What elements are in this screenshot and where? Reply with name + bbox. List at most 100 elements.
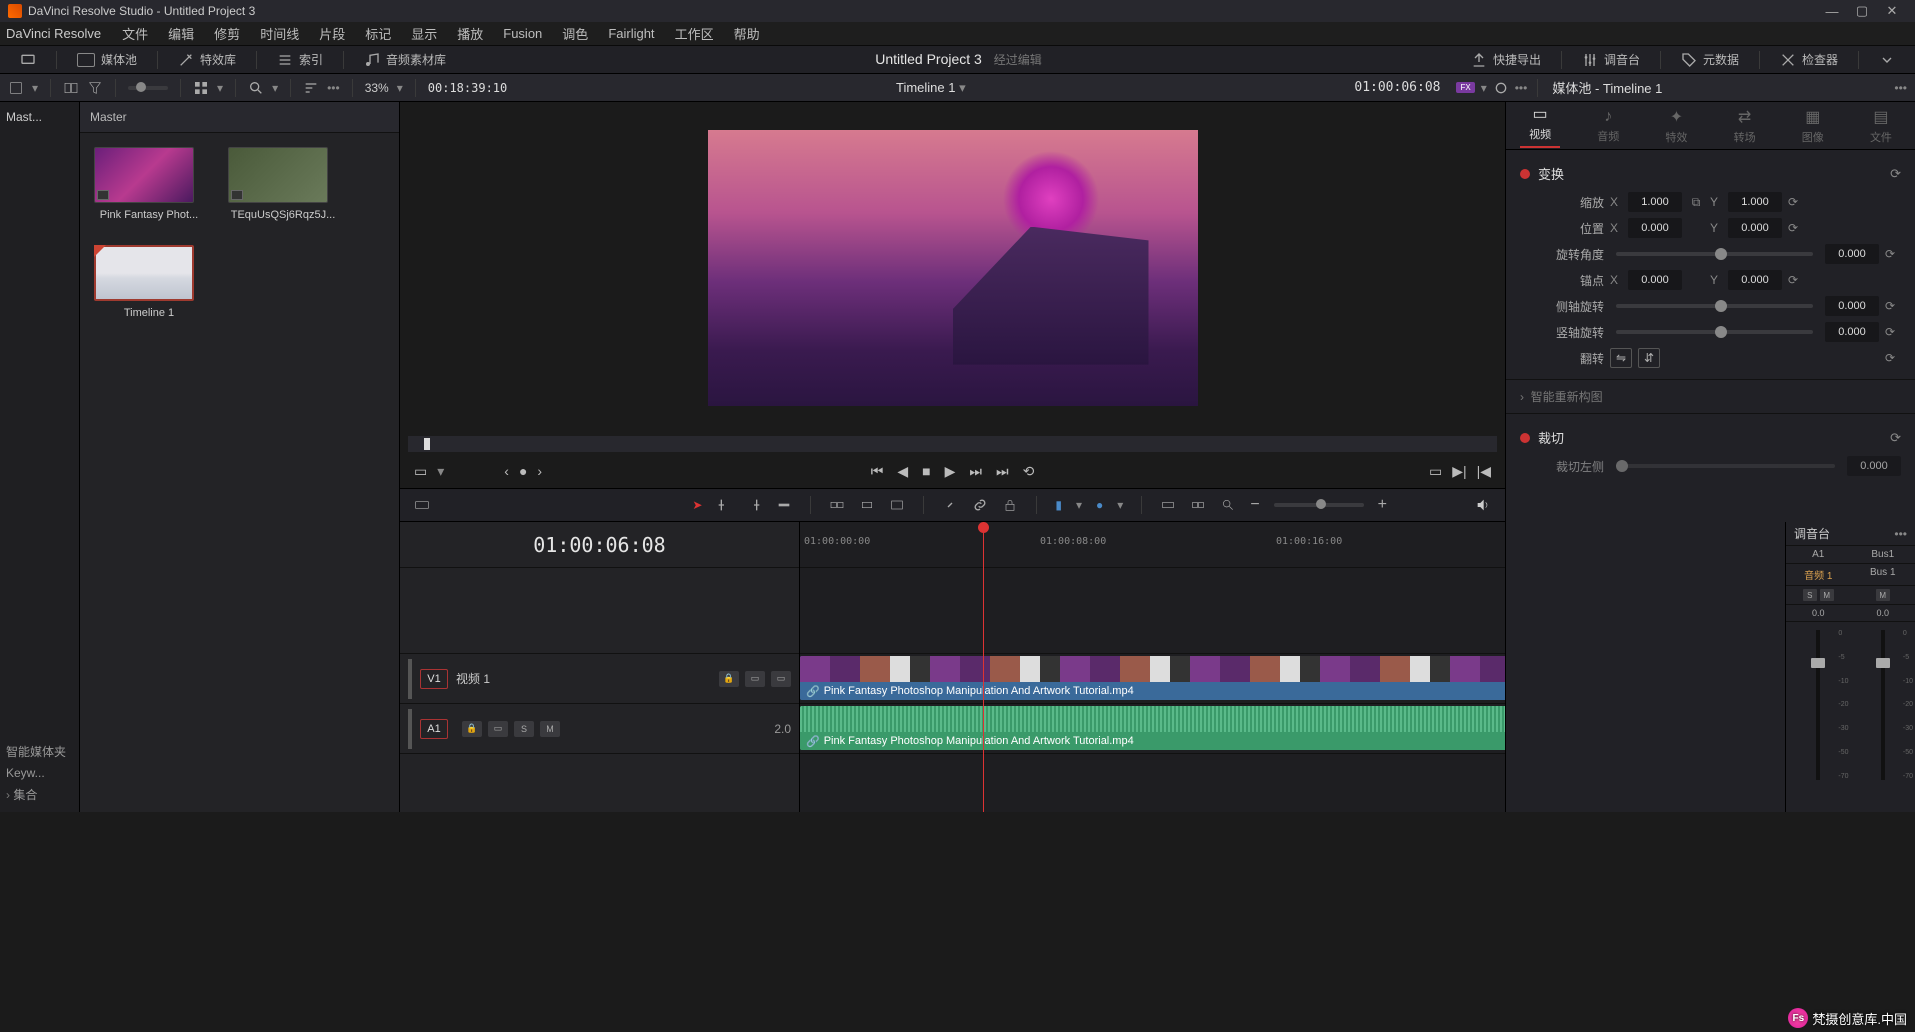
reset-icon[interactable]: ⟳ xyxy=(1885,351,1901,365)
razor-tool[interactable] xyxy=(776,497,792,513)
trim-in-tool[interactable] xyxy=(716,497,732,513)
effects-toggle[interactable]: 特效库 xyxy=(168,48,246,71)
track-mute-button[interactable]: M xyxy=(540,721,560,737)
menu-file[interactable]: 文件 xyxy=(113,22,157,45)
viewer-more-button[interactable]: ••• xyxy=(1515,81,1528,95)
flag-chevron-icon[interactable]: ▾ xyxy=(1076,498,1082,512)
reset-icon[interactable]: ⟳ xyxy=(1885,325,1901,339)
view-chevron-icon[interactable]: ▾ xyxy=(217,81,223,95)
metadata-toggle[interactable]: 元数据 xyxy=(1671,48,1749,71)
zoom-x-input[interactable]: 1.000 xyxy=(1628,192,1682,212)
yaw-slider[interactable] xyxy=(1616,330,1813,334)
zoom-in-button[interactable]: + xyxy=(1378,496,1387,514)
track-lock-button[interactable]: 🔒 xyxy=(462,721,482,737)
expand-button[interactable] xyxy=(1869,49,1905,71)
track-lock-button[interactable]: 🔒 xyxy=(719,671,739,687)
track-solo-button[interactable]: S xyxy=(514,721,534,737)
reset-icon[interactable]: ⟳ xyxy=(1890,166,1901,182)
video-clip[interactable]: 🔗Pink Fantasy Photoshop Manipulation And… xyxy=(800,656,1505,700)
zoom-all-button[interactable] xyxy=(1220,497,1236,513)
reset-icon[interactable]: ⟳ xyxy=(1788,273,1804,287)
inspector-tab-audio[interactable]: ♪音频 xyxy=(1574,102,1642,149)
soundlib-toggle[interactable]: 音频素材库 xyxy=(354,48,456,71)
reset-icon[interactable]: ⟳ xyxy=(1885,247,1901,261)
prev-frame-button[interactable]: ◀ xyxy=(897,463,908,480)
viewer-timecode[interactable]: 01:00:06:08 xyxy=(1354,80,1440,95)
reset-icon[interactable]: ⟳ xyxy=(1788,221,1804,235)
layout-button[interactable] xyxy=(8,80,24,96)
marker-tool[interactable]: ● xyxy=(1096,498,1103,512)
first-frame-button[interactable]: ⏮ xyxy=(871,463,884,480)
next-frame-button[interactable]: ⏭ xyxy=(969,463,982,480)
stop-button[interactable]: ■ xyxy=(922,463,930,479)
inspector-tab-transition[interactable]: ⇄转场 xyxy=(1711,102,1779,149)
menu-edit[interactable]: 编辑 xyxy=(159,22,203,45)
viewer-zoom[interactable]: 33% xyxy=(365,81,389,95)
enable-dot-icon[interactable] xyxy=(1520,433,1530,443)
inspector-tab-image[interactable]: ▦图像 xyxy=(1779,102,1847,149)
track-frame-button[interactable]: ▭ xyxy=(488,721,508,737)
monitor-icon[interactable] xyxy=(10,49,46,71)
minimize-button[interactable]: — xyxy=(1817,4,1847,19)
viewer[interactable] xyxy=(400,102,1505,434)
play-button[interactable]: ▶ xyxy=(945,463,956,480)
layout-chevron-icon[interactable]: ▾ xyxy=(32,81,38,95)
search-button[interactable] xyxy=(248,80,264,96)
zoom-slider[interactable] xyxy=(1274,503,1364,507)
prev-marker-button[interactable]: ‹ xyxy=(504,463,509,480)
viewer-scrub[interactable] xyxy=(408,436,1497,452)
mute-button[interactable]: M xyxy=(1820,589,1834,601)
menu-timeline[interactable]: 时间线 xyxy=(251,22,308,45)
crop-icon[interactable]: ▭ xyxy=(414,463,427,480)
keywords[interactable]: Keyw... xyxy=(6,763,73,783)
speaker-icon[interactable] xyxy=(1475,497,1491,513)
track-header-v1[interactable]: V1 视频 1 🔒 ▭ ▭ xyxy=(400,654,799,704)
fader-cap[interactable] xyxy=(1811,658,1825,668)
overwrite-tool[interactable] xyxy=(859,497,875,513)
link-tool[interactable] xyxy=(972,497,988,513)
menu-trim[interactable]: 修剪 xyxy=(205,22,249,45)
close-button[interactable]: ✕ xyxy=(1877,3,1907,19)
rotation-slider[interactable] xyxy=(1616,252,1813,256)
search-chevron-icon[interactable]: ▾ xyxy=(272,81,278,95)
inspector-toggle[interactable]: 检查器 xyxy=(1770,48,1848,71)
fader[interactable] xyxy=(1816,630,1820,780)
smart-reframe-section[interactable]: › 智能重新构图 xyxy=(1506,379,1915,414)
inspector-tab-fx[interactable]: ✦特效 xyxy=(1642,102,1710,149)
last-frame-button[interactable]: ⏭ xyxy=(996,463,1009,480)
mixer-more-button[interactable]: ••• xyxy=(1894,527,1907,541)
menu-brand[interactable]: DaVinci Resolve xyxy=(6,26,101,41)
crop-input[interactable]: 0.000 xyxy=(1847,456,1901,476)
menu-mark[interactable]: 标记 xyxy=(356,22,400,45)
menu-color[interactable]: 调色 xyxy=(553,22,597,45)
bin-master[interactable]: Mast... xyxy=(0,102,79,734)
maximize-button[interactable]: ▢ xyxy=(1847,3,1877,19)
clip-thumb-timeline[interactable]: Timeline 1 xyxy=(94,245,204,319)
sort-button[interactable] xyxy=(303,80,319,96)
reset-icon[interactable]: ⟳ xyxy=(1788,195,1804,209)
fader-cap[interactable] xyxy=(1876,658,1890,668)
anchor-x-input[interactable]: 0.000 xyxy=(1628,270,1682,290)
collections[interactable]: › 集合 xyxy=(6,783,73,806)
bin-view-button[interactable] xyxy=(63,80,79,96)
flag-tool[interactable]: ▮ xyxy=(1055,498,1062,512)
pos-x-input[interactable]: 0.000 xyxy=(1628,218,1682,238)
crop-chevron-icon[interactable]: ▾ xyxy=(437,463,444,480)
track-v1[interactable]: 🔗Pink Fantasy Photoshop Manipulation And… xyxy=(800,654,1505,704)
zoom-tc-button[interactable] xyxy=(1160,497,1176,513)
flip-v-button[interactable]: ⇵ xyxy=(1638,348,1660,368)
bypass-button[interactable]: FX xyxy=(1456,82,1474,93)
loop-button[interactable]: ⟲ xyxy=(1023,463,1035,480)
track-header-a1[interactable]: A1 🔒 ▭ S M 2.0 xyxy=(400,704,799,754)
inspector-more-button[interactable]: ••• xyxy=(1894,81,1907,95)
inspector-tab-file[interactable]: ▤文件 xyxy=(1847,102,1915,149)
unlink-tool[interactable] xyxy=(942,497,958,513)
menu-clip[interactable]: 片段 xyxy=(310,22,354,45)
timeline-chevron-icon[interactable]: ▾ xyxy=(959,80,966,95)
link-icon[interactable]: ⧉ xyxy=(1688,195,1704,210)
thumbnail-view-button[interactable] xyxy=(193,80,209,96)
marker-chevron-icon[interactable]: ▾ xyxy=(1117,498,1123,512)
replace-tool[interactable] xyxy=(889,497,905,513)
timeline-name[interactable]: Timeline 1 xyxy=(896,80,955,95)
track-a1[interactable]: 🔗Pink Fantasy Photoshop Manipulation And… xyxy=(800,704,1505,754)
